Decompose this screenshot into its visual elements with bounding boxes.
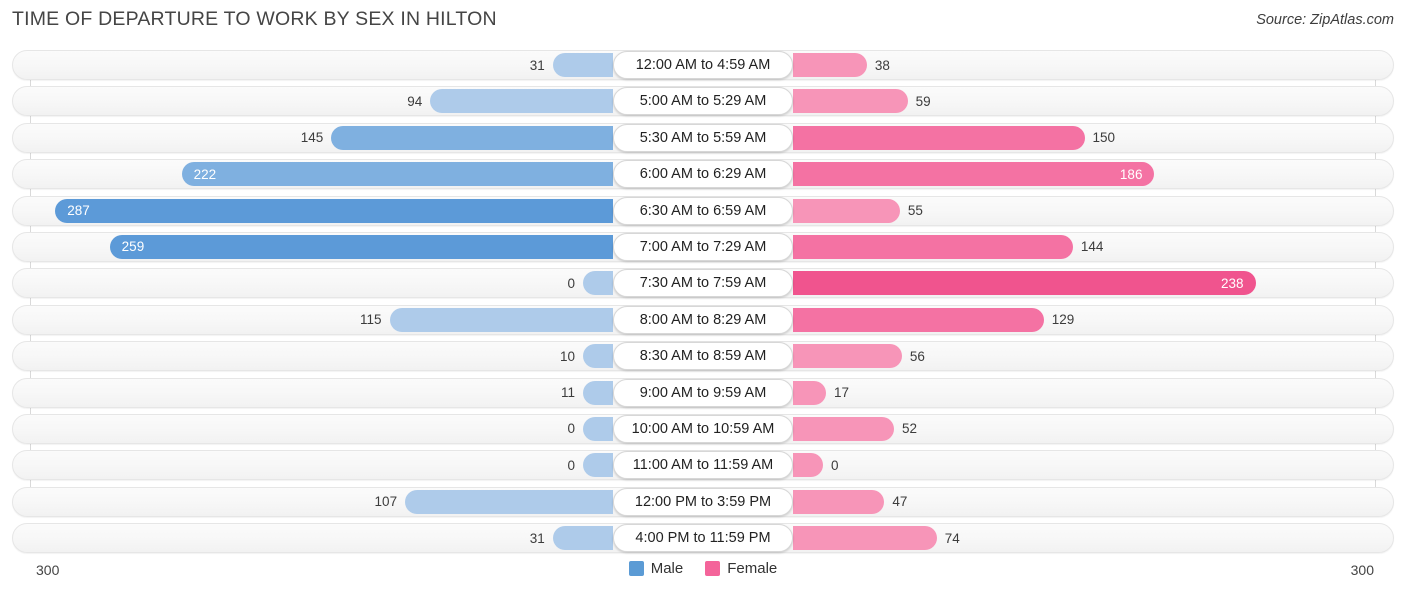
bar-value-female: 52 xyxy=(902,421,918,437)
bar-value-male: 259 xyxy=(121,239,145,255)
bar-male xyxy=(331,125,613,150)
category-label: 12:00 PM to 3:59 PM xyxy=(613,487,793,516)
bar-value-female: 0 xyxy=(831,457,839,473)
category-label: 8:30 AM to 8:59 AM xyxy=(613,342,793,371)
bar-female xyxy=(793,344,902,369)
bar-female xyxy=(793,53,867,77)
legend-label: Male xyxy=(650,560,684,577)
category-label: 6:00 AM to 6:29 AM xyxy=(613,160,793,189)
bar-male: 222 xyxy=(181,162,613,187)
table-row: 11 17 9:00 AM to 9:59 AM xyxy=(0,377,1406,408)
bar-male xyxy=(583,344,613,369)
bar-male xyxy=(389,307,613,332)
category-label: 6:30 AM to 6:59 AM xyxy=(613,196,793,225)
bar-value-female: 47 xyxy=(892,494,908,510)
bar-value-male: 0 xyxy=(567,457,575,473)
bar-male: 287 xyxy=(55,198,613,223)
bar-value-female: 150 xyxy=(1092,130,1116,146)
table-row: 145 150 5:30 AM to 5:59 AM xyxy=(0,122,1406,153)
bar-value-male: 0 xyxy=(567,421,575,437)
bar-female: 238 xyxy=(793,271,1256,296)
bar-value-female: 38 xyxy=(874,57,890,73)
page-title: TIME OF DEPARTURE TO WORK BY SEX IN HILT… xyxy=(12,8,497,30)
bar-female xyxy=(793,307,1044,332)
bar-value-male: 11 xyxy=(560,385,575,401)
bar-value-male: 10 xyxy=(559,348,575,364)
bar-value-female: 74 xyxy=(944,530,960,546)
category-label: 7:00 AM to 7:29 AM xyxy=(613,232,793,261)
category-label: 4:00 PM to 11:59 PM xyxy=(613,524,793,553)
table-row: 31 74 4:00 PM to 11:59 PM xyxy=(0,523,1406,554)
bar-female xyxy=(793,198,900,223)
bar-value-male: 222 xyxy=(193,166,217,182)
bar-rows: 31 38 12:00 AM to 4:59 AM 94 59 5:00 AM to 5:… xyxy=(0,50,1406,559)
bar-value-male: 145 xyxy=(300,130,324,146)
legend-swatch-icon xyxy=(705,561,721,576)
bar-value-male: 31 xyxy=(529,57,545,73)
bar-male xyxy=(583,380,613,405)
table-row: 0 238 7:30 AM to 7:59 AM xyxy=(0,268,1406,299)
bar-value-female: 238 xyxy=(1220,275,1244,291)
legend-label: Female xyxy=(727,560,778,577)
category-label: 12:00 AM to 4:59 AM xyxy=(613,51,793,79)
category-label: 9:00 AM to 9:59 AM xyxy=(613,378,793,407)
bar-value-female: 59 xyxy=(915,93,931,109)
bar-value-male: 31 xyxy=(529,530,545,546)
table-row: 259 144 7:00 AM to 7:29 AM xyxy=(0,231,1406,262)
plot-area: 31 38 12:00 AM to 4:59 AM 94 59 5:00 AM to 5:… xyxy=(0,50,1406,558)
category-label: 10:00 AM to 10:59 AM xyxy=(613,414,793,443)
table-row: 94 59 5:00 AM to 5:29 AM xyxy=(0,86,1406,117)
bar-male xyxy=(583,453,613,478)
category-label: 5:00 AM to 5:29 AM xyxy=(613,87,793,116)
legend-item-female[interactable]: Female xyxy=(705,560,777,577)
bar-male xyxy=(552,53,613,77)
bar-value-male: 94 xyxy=(407,93,423,109)
table-row: 115 129 8:00 AM to 8:29 AM xyxy=(0,304,1406,335)
bar-value-male: 0 xyxy=(567,275,575,291)
bar-male: 259 xyxy=(109,234,613,259)
bar-female xyxy=(793,416,895,441)
bar-female: 186 xyxy=(793,162,1155,187)
bar-male xyxy=(405,489,613,514)
bar-female xyxy=(793,453,823,478)
bar-male xyxy=(430,89,613,114)
legend-item-male[interactable]: Male xyxy=(628,560,684,577)
source-attribution: Source: ZipAtlas.com xyxy=(1256,12,1394,28)
bar-female xyxy=(793,526,937,551)
bar-male xyxy=(583,271,613,296)
chart-legend: Male Female xyxy=(0,560,1406,577)
category-label: 11:00 AM to 11:59 AM xyxy=(613,451,793,480)
bar-value-female: 144 xyxy=(1080,239,1104,255)
chart-page: TIME OF DEPARTURE TO WORK BY SEX IN HILT… xyxy=(0,0,1406,594)
legend-swatch-icon xyxy=(628,561,644,576)
table-row: 0 52 10:00 AM to 10:59 AM xyxy=(0,413,1406,444)
bar-value-male: 107 xyxy=(374,494,398,510)
bar-value-female: 17 xyxy=(834,385,850,401)
table-row: 287 55 6:30 AM to 6:59 AM xyxy=(0,195,1406,226)
bar-female xyxy=(793,380,827,405)
table-row: 31 38 12:00 AM to 4:59 AM xyxy=(0,50,1406,80)
bar-value-female: 55 xyxy=(907,203,923,219)
bar-female xyxy=(793,234,1073,259)
table-row: 222 186 6:00 AM to 6:29 AM xyxy=(0,159,1406,190)
table-row: 10 56 8:30 AM to 8:59 AM xyxy=(0,341,1406,372)
table-row: 107 47 12:00 PM to 3:59 PM xyxy=(0,486,1406,517)
category-label: 5:30 AM to 5:59 AM xyxy=(613,123,793,152)
bar-value-male: 115 xyxy=(360,312,382,328)
table-row: 0 0 11:00 AM to 11:59 AM xyxy=(0,450,1406,481)
bar-value-female: 186 xyxy=(1119,166,1143,182)
bar-male xyxy=(552,526,613,551)
bar-female xyxy=(793,489,885,514)
bar-value-female: 56 xyxy=(909,348,925,364)
category-label: 8:00 AM to 8:29 AM xyxy=(613,305,793,334)
bar-value-female: 129 xyxy=(1051,312,1075,328)
bar-female xyxy=(793,89,908,114)
bar-male xyxy=(583,416,613,441)
category-label: 7:30 AM to 7:59 AM xyxy=(613,269,793,298)
bar-female xyxy=(793,125,1085,150)
bar-value-male: 287 xyxy=(67,203,90,219)
